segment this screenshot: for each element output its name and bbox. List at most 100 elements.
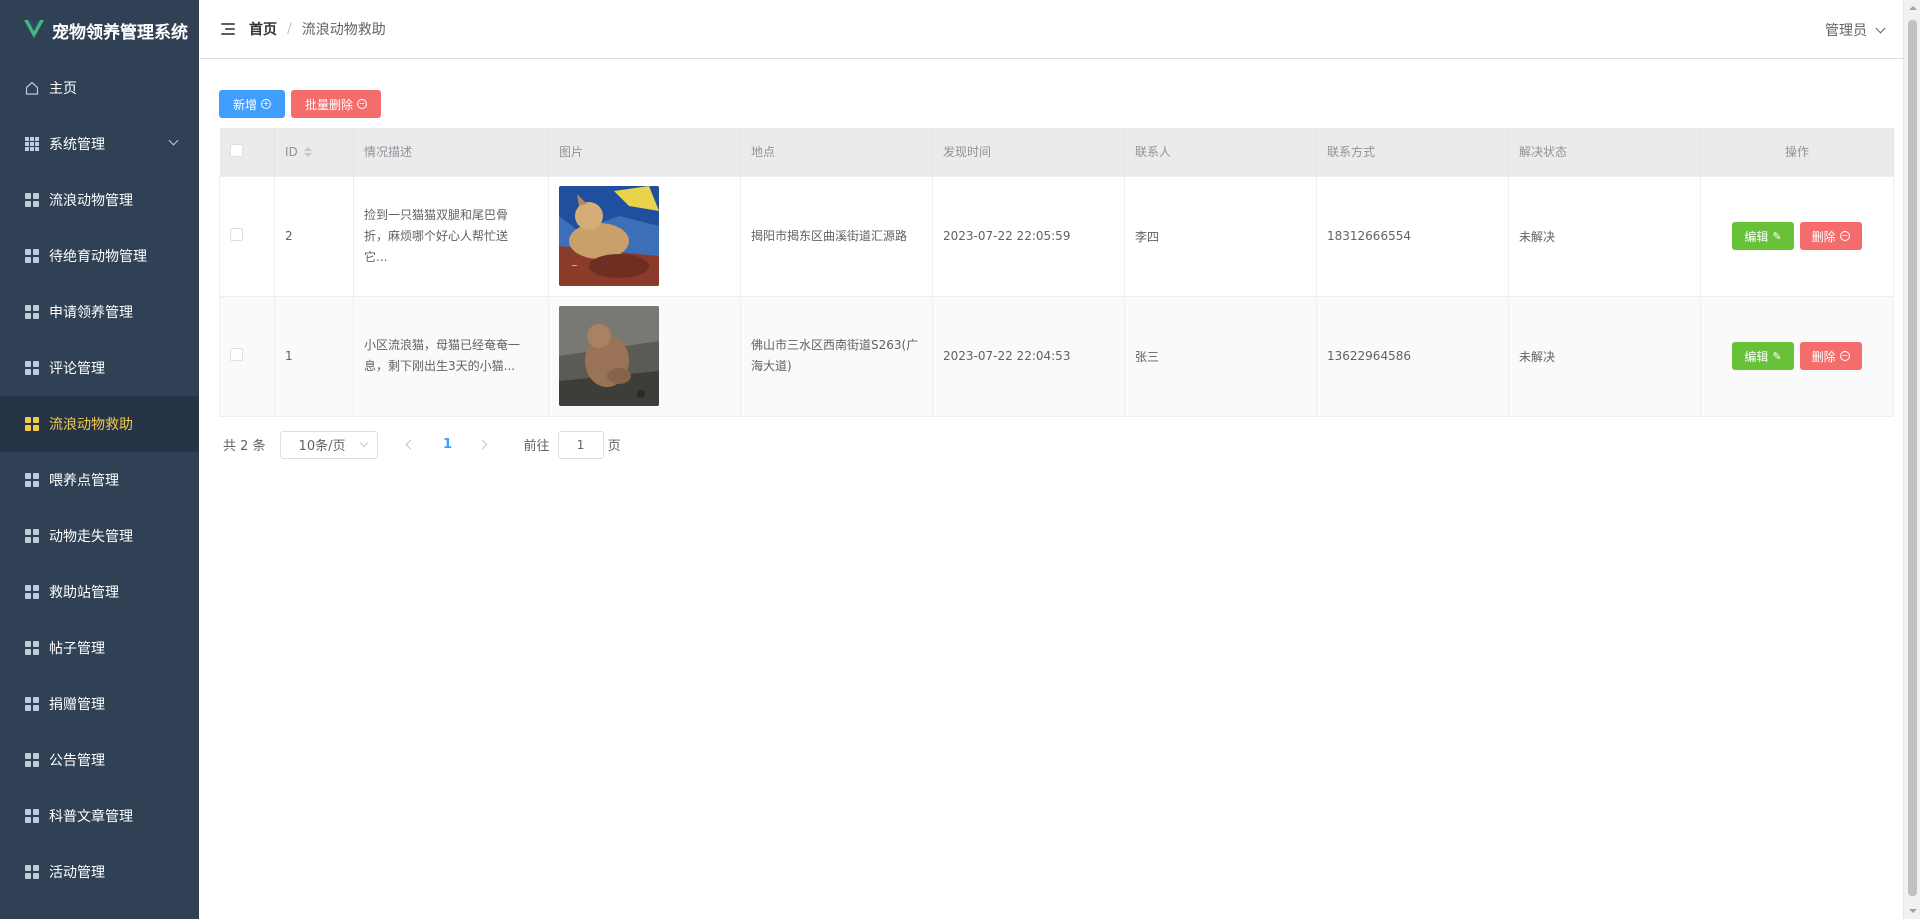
prev-page-button[interactable] (396, 431, 426, 459)
sidebar-item-label: 活动管理 (49, 865, 105, 881)
sidebar-item-announcements[interactable]: 公告管理 (0, 732, 199, 788)
sidebar-item-home[interactable]: 主页 (0, 60, 199, 116)
desc-text: 捡到一只猫猫双腿和尾巴骨折，麻烦哪个好心人帮忙送它... (364, 207, 509, 264)
sidebar-item-label: 流浪动物救助 (49, 417, 133, 433)
rescue-photo[interactable]: ~ (559, 186, 659, 286)
grid-icon (24, 472, 40, 488)
sidebar-item-rescue[interactable]: 流浪动物救助 (0, 396, 199, 452)
row-checkbox[interactable] (230, 228, 243, 241)
home-icon (24, 80, 40, 96)
scroll-up-arrow-icon[interactable] (1909, 6, 1917, 10)
sidebar-item-label: 流浪动物管理 (49, 193, 133, 209)
delete-label: 删除 (1811, 349, 1836, 364)
sidebar-item-label: 动物走失管理 (49, 529, 133, 545)
vertical-scrollbar[interactable] (1903, 0, 1920, 919)
sidebar-item-feeding-points[interactable]: 喂养点管理 (0, 452, 199, 508)
page-number[interactable]: 1 (438, 437, 458, 452)
sidebar-item-rescue-stations[interactable]: 救助站管理 (0, 564, 199, 620)
sidebar-item-label: 主页 (49, 81, 77, 97)
grid-icon (24, 192, 40, 208)
edit-label: 编辑 (1744, 229, 1769, 244)
column-header-status: 解决状态 (1508, 128, 1701, 176)
sidebar-item-posts[interactable]: 帖子管理 (0, 620, 199, 676)
sidebar-item-system[interactable]: 系统管理 (0, 116, 199, 172)
column-header-contact: 联系人 (1124, 128, 1317, 176)
navbar: 首页 / 流浪动物救助 管理员 (199, 0, 1920, 59)
chevron-down-icon (359, 438, 368, 448)
goto-page: 前往 页 (523, 430, 621, 459)
cell-id: 2 (274, 175, 354, 297)
desc-text: 小区流浪猫，母猫已经奄奄一息，剩下刚出生3天的小猫... (364, 338, 521, 373)
row-select-cell (219, 175, 275, 297)
sidebar-item-articles[interactable]: 科普文章管理 (0, 788, 199, 844)
column-header-label: ID (285, 144, 298, 159)
column-header-desc: 情况描述 (353, 128, 549, 176)
breadcrumb-home[interactable]: 首页 (249, 19, 277, 39)
table-row: 2 捡到一只猫猫双腿和尾巴骨折，麻烦哪个好心人帮忙送它... ~ 揭阳市揭东区曲… (219, 175, 1894, 297)
scrollbar-thumb[interactable] (1908, 20, 1917, 896)
next-page-button[interactable] (468, 431, 498, 459)
minus-circle-icon: − (1839, 231, 1850, 241)
row-checkbox[interactable] (230, 348, 243, 361)
delete-label: 删除 (1811, 229, 1836, 244)
add-button-label: 新增 (233, 97, 258, 112)
sort-icon[interactable] (303, 147, 312, 158)
edit-icon: ✎ (1772, 349, 1782, 363)
sidebar-item-lost-animals[interactable]: 动物走失管理 (0, 508, 199, 564)
sidebar: 宠物领养管理系统 主页 系统管理 流浪动物管理 待绝育动物管理 申请领养管理 评… (0, 0, 199, 919)
breadcrumb: 首页 / 流浪动物救助 (249, 19, 386, 39)
grid-icon (24, 584, 40, 600)
cell-desc: 小区流浪猫，母猫已经奄奄一息，剩下刚出生3天的小猫... (353, 295, 549, 417)
delete-button[interactable]: 删除 − (1799, 342, 1862, 370)
rescue-photo[interactable] (559, 306, 659, 406)
sidebar-item-adoption[interactable]: 申请领养管理 (0, 284, 199, 340)
hamburger-menu-icon[interactable] (221, 22, 237, 36)
grid-icon (24, 136, 40, 152)
grid-icon (24, 808, 40, 824)
sidebar-item-comments[interactable]: 评论管理 (0, 340, 199, 396)
grid-icon (24, 248, 40, 264)
batch-delete-button[interactable]: 批量删除 − (291, 90, 382, 118)
user-dropdown[interactable]: 管理员 (1825, 20, 1886, 40)
toolbar: 新增 + 批量删除 − (219, 90, 1900, 118)
sidebar-item-label: 喂养点管理 (49, 473, 119, 489)
goto-page-input[interactable] (557, 430, 604, 459)
pagination-total: 共 2 条 (223, 439, 266, 454)
page-size-select[interactable]: 10条/页 (279, 430, 378, 459)
cell-status: 未解决 (1508, 295, 1701, 417)
grid-icon (24, 752, 40, 768)
column-header-id[interactable]: ID (274, 128, 354, 176)
sidebar-item-stray-animals[interactable]: 流浪动物管理 (0, 172, 199, 228)
sidebar-item-sterilization[interactable]: 待绝育动物管理 (0, 228, 199, 284)
select-all-checkbox[interactable] (229, 143, 243, 157)
cell-time: 2023-07-22 22:04:53 (932, 295, 1125, 417)
cell-desc: 捡到一只猫猫双腿和尾巴骨折，麻烦哪个好心人帮忙送它... (353, 175, 549, 297)
sidebar-item-label: 评论管理 (49, 361, 105, 377)
sidebar-item-donations[interactable]: 捐赠管理 (0, 676, 199, 732)
pagination: 共 2 条 10条/页 1 前往 页 (219, 430, 1900, 459)
delete-button[interactable]: 删除 − (1799, 222, 1862, 250)
row-select-cell (219, 295, 275, 417)
cell-time: 2023-07-22 22:05:59 (932, 175, 1125, 297)
cell-actions: 编辑 ✎ 删除 − (1700, 175, 1894, 297)
minus-circle-icon: − (357, 99, 368, 109)
add-button[interactable]: 新增 + (219, 90, 286, 118)
sidebar-item-label: 待绝育动物管理 (49, 249, 147, 265)
cell-phone: 13622964586 (1316, 295, 1509, 417)
goto-prefix: 前往 (523, 439, 550, 454)
edit-button[interactable]: 编辑 ✎ (1732, 222, 1794, 250)
data-table: ID 情况描述 图片 地点 发现时间 联系人 联系方式 解决状态 操作 2 捡到… (219, 128, 1894, 417)
edit-icon: ✎ (1772, 229, 1782, 243)
column-header-image: 图片 (548, 128, 741, 176)
edit-button[interactable]: 编辑 ✎ (1732, 342, 1794, 370)
grid-icon (24, 416, 40, 432)
scroll-down-arrow-icon[interactable] (1909, 909, 1917, 913)
cell-location: 揭阳市揭东区曲溪街道汇源路 (740, 175, 933, 297)
cell-contact: 张三 (1124, 295, 1317, 417)
table-row: 1 小区流浪猫，母猫已经奄奄一息，剩下刚出生3天的小猫... 佛山市三水区西南街… (219, 295, 1894, 417)
sidebar-item-activities[interactable]: 活动管理 (0, 844, 199, 900)
column-header-location: 地点 (740, 128, 933, 176)
cell-id: 1 (274, 295, 354, 417)
svg-text:~: ~ (571, 261, 578, 270)
user-name: 管理员 (1825, 23, 1867, 39)
